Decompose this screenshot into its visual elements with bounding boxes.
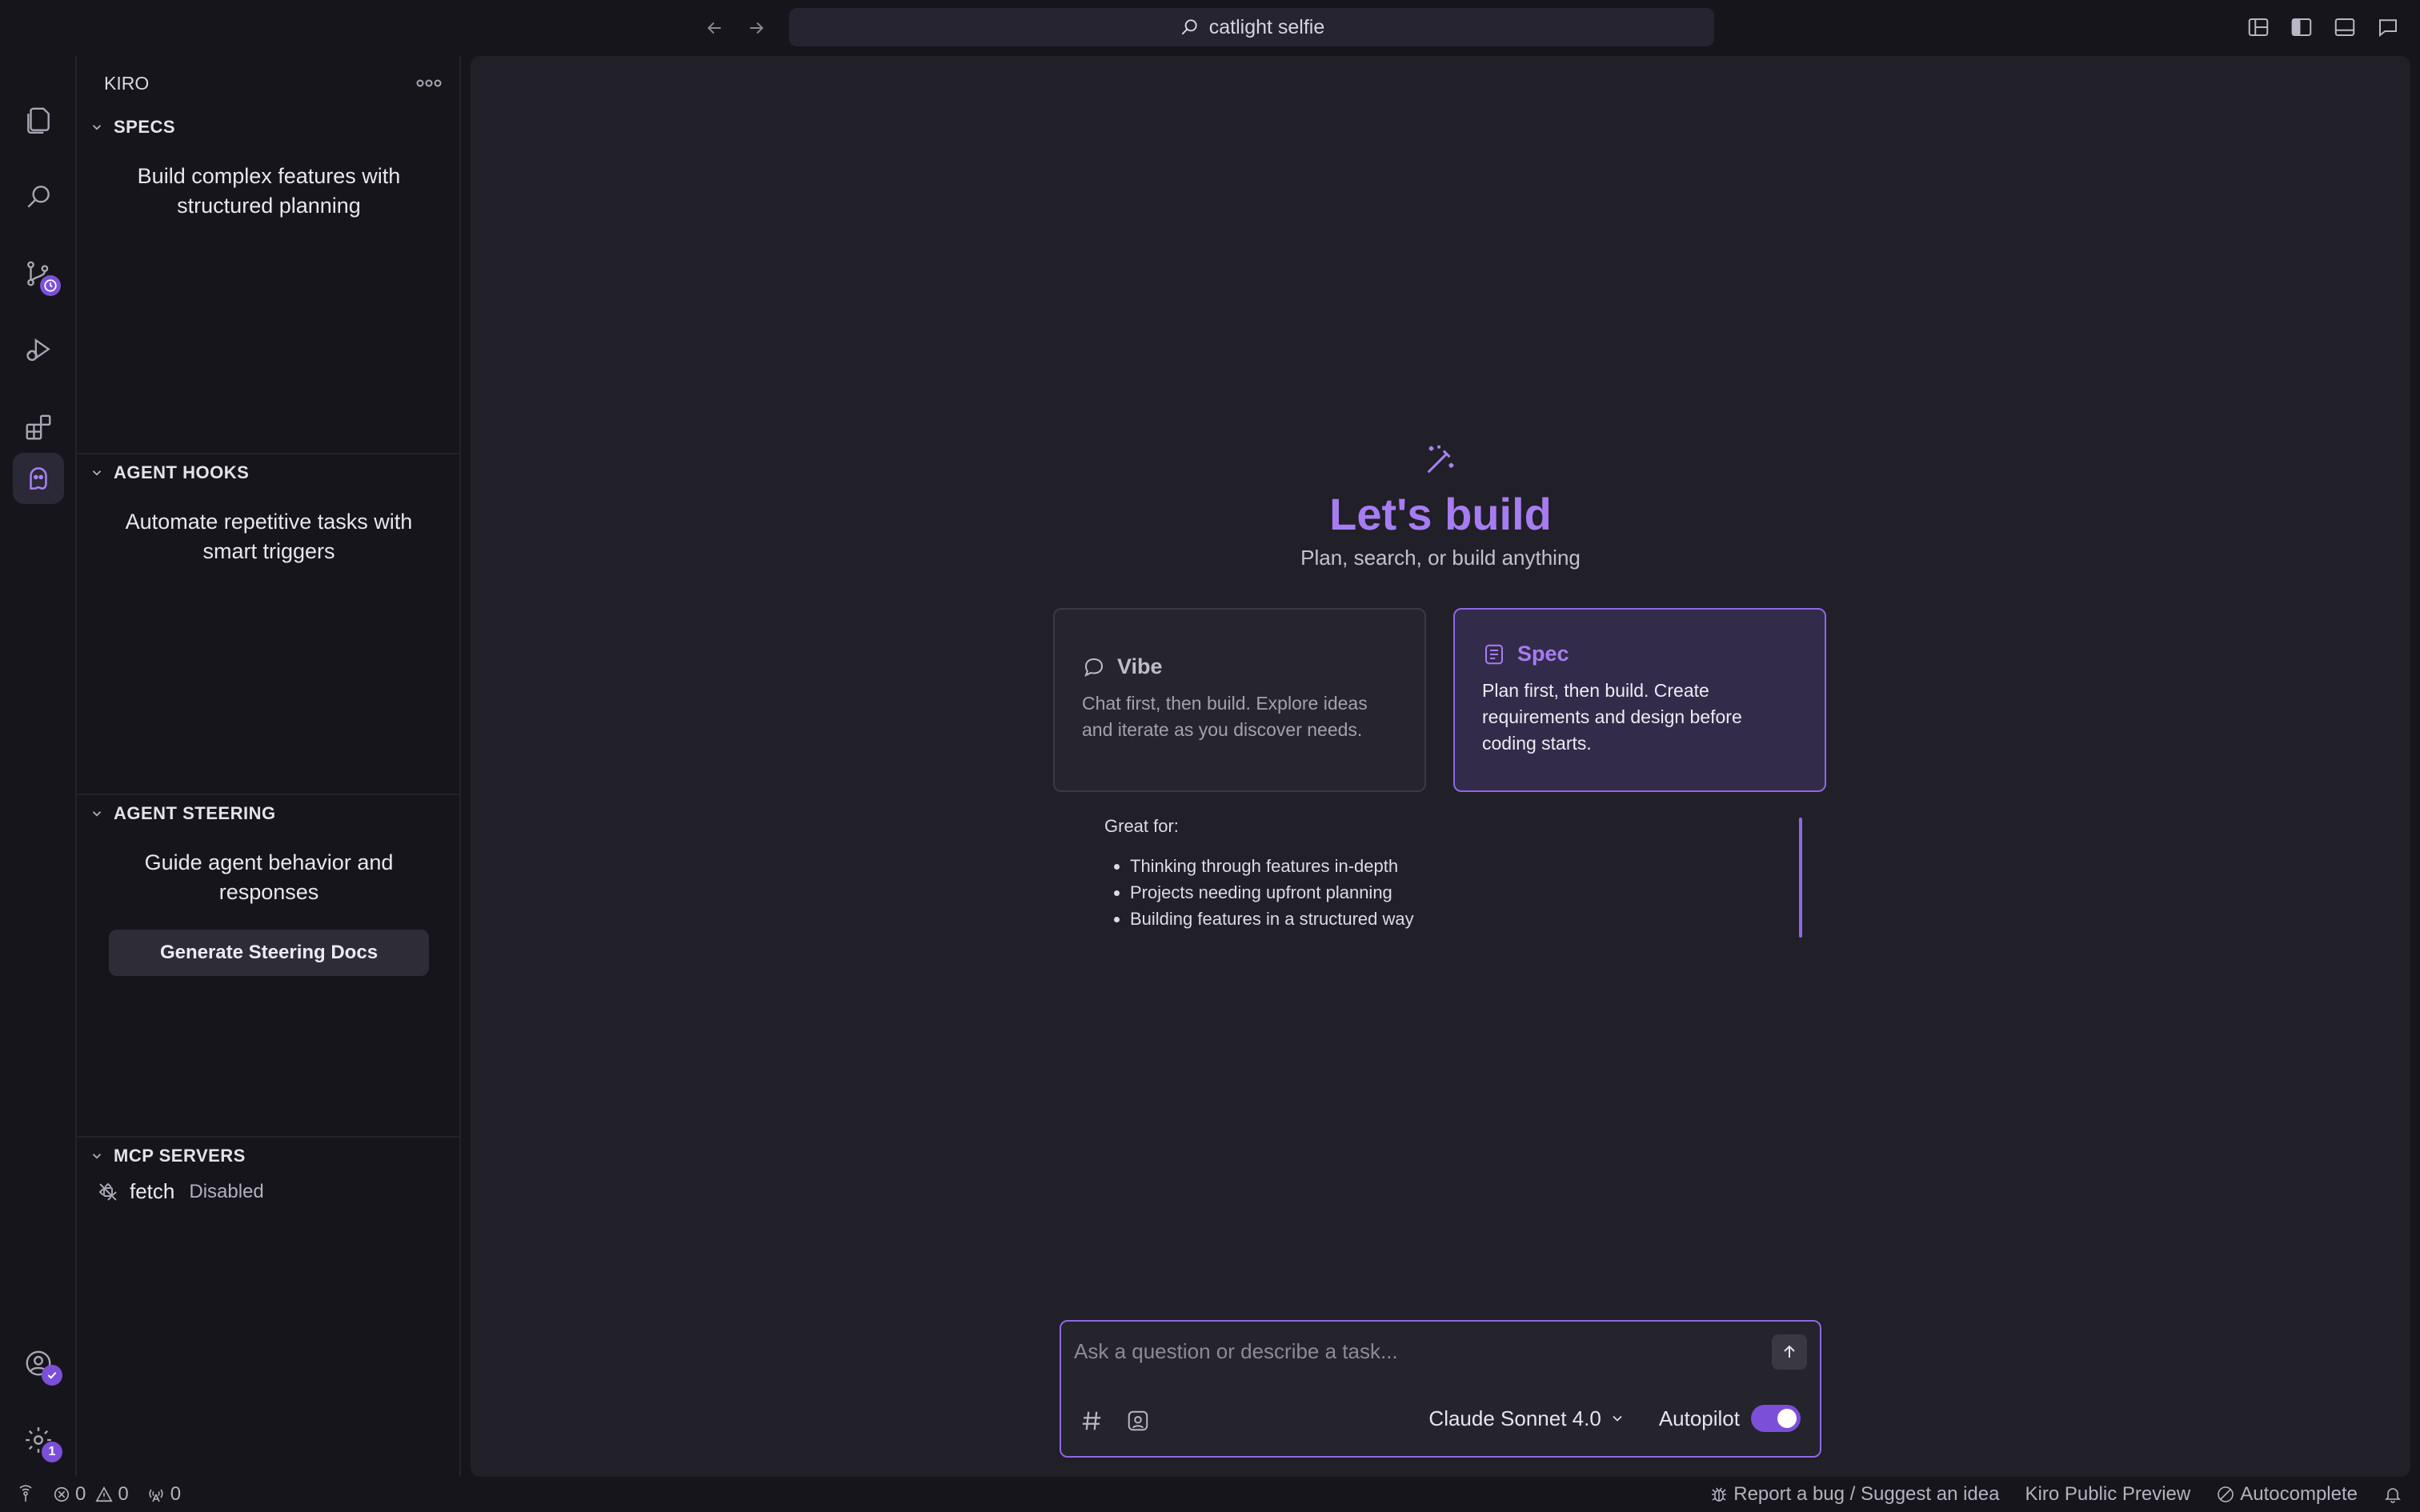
status-bar: 0 0 0 Report a bug / Suggest an idea Kir… xyxy=(0,1477,2420,1512)
check-badge-icon xyxy=(42,1365,62,1386)
search-icon[interactable] xyxy=(13,171,64,222)
agent-hooks-section-header[interactable]: AGENT HOOKS xyxy=(77,454,461,491)
autopilot-label: Autopilot xyxy=(1658,1406,1740,1430)
generate-steering-docs-button[interactable]: Generate Steering Docs xyxy=(109,930,429,976)
ports-count: 0 xyxy=(170,1483,182,1505)
specs-section: SPECS Build complex features with struct… xyxy=(77,109,461,453)
spec-mode-card[interactable]: Spec Plan first, then build. Create requ… xyxy=(1453,608,1826,792)
accent-divider xyxy=(1799,818,1802,938)
hash-context-icon[interactable] xyxy=(1077,1406,1106,1435)
vibe-description: Chat first, then build. Explore ideas an… xyxy=(1082,693,1368,740)
vibe-label: Vibe xyxy=(1117,654,1163,678)
document-lines-icon xyxy=(1482,642,1506,666)
chevron-down-icon xyxy=(86,803,107,824)
image-attach-icon[interactable] xyxy=(1124,1406,1152,1435)
radio-tower-icon xyxy=(146,1485,166,1504)
mcp-servers-section: MCP SERVERS fetch Disabled xyxy=(77,1136,461,1477)
public-preview-label[interactable]: Kiro Public Preview xyxy=(2025,1483,2190,1506)
chat-composer: Claude Sonnet 4.0 Autopilot xyxy=(1060,1320,1821,1458)
specs-section-header[interactable]: SPECS xyxy=(77,109,461,146)
clock-badge-icon xyxy=(40,275,61,296)
agent-hooks-section: AGENT HOOKS Automate repetitive tasks wi… xyxy=(77,453,461,794)
settings-count-badge: 1 xyxy=(42,1442,62,1462)
autocomplete-text: Autocomplete xyxy=(2240,1483,2358,1505)
autopilot-toggle[interactable] xyxy=(1751,1405,1801,1432)
autocomplete-disabled-icon xyxy=(2216,1485,2235,1504)
agent-steering-heading: AGENT STEERING xyxy=(114,803,276,823)
great-for-panel: Great for: Thinking through features in-… xyxy=(1104,816,1801,938)
specs-heading: SPECS xyxy=(114,117,176,137)
chevron-down-icon xyxy=(1609,1410,1625,1426)
list-item: Building features in a structured way xyxy=(1130,906,1801,932)
error-circle-icon xyxy=(53,1486,70,1503)
magic-wand-icon xyxy=(1422,442,1459,478)
model-selector[interactable]: Claude Sonnet 4.0 xyxy=(1428,1406,1625,1431)
report-bug-link[interactable]: Report a bug / Suggest an idea xyxy=(1709,1483,1999,1506)
great-for-list: Thinking through features in-depth Proje… xyxy=(1104,853,1801,932)
warning-count: 0 xyxy=(118,1483,129,1505)
sidebar-header: KIRO xyxy=(77,56,461,110)
command-center-text: catlight selfie xyxy=(1208,15,1325,38)
plug-disabled-icon xyxy=(96,1180,120,1204)
autocomplete-toggle[interactable]: Autocomplete xyxy=(2216,1483,2358,1506)
model-name: Claude Sonnet 4.0 xyxy=(1428,1406,1601,1430)
search-icon xyxy=(1179,17,1200,38)
warning-triangle-icon xyxy=(95,1486,113,1503)
chat-bubble-icon xyxy=(1082,655,1106,679)
run-debug-icon[interactable] xyxy=(13,325,64,376)
activity-bar: 1 xyxy=(0,56,77,1477)
agent-steering-description: Guide agent behavior and responses xyxy=(144,850,394,904)
agent-hooks-description: Automate repetitive tasks with smart tri… xyxy=(125,510,413,563)
main-editor: Let's build Plan, search, or build anyth… xyxy=(471,56,2410,1477)
chevron-down-icon xyxy=(86,1146,107,1166)
chat-bubble-icon[interactable] xyxy=(2375,14,2401,40)
problems-indicator[interactable]: 0 0 xyxy=(53,1483,129,1506)
toggle-panel-icon[interactable] xyxy=(2332,14,2358,40)
chevron-down-icon xyxy=(86,462,107,483)
page-subtitle: Plan, search, or build anything xyxy=(1300,546,1581,570)
settings-gear-icon[interactable]: 1 xyxy=(13,1414,64,1466)
list-item: Projects needing upfront planning xyxy=(1130,879,1801,906)
error-count: 0 xyxy=(75,1483,86,1505)
command-center-search[interactable]: catlight selfie xyxy=(789,8,1714,46)
notifications-bell-icon[interactable] xyxy=(2383,1485,2402,1504)
toggle-knob xyxy=(1777,1409,1797,1428)
mcp-server-name: fetch xyxy=(130,1179,175,1203)
more-actions-icon[interactable] xyxy=(416,78,442,88)
page-title: Let's build xyxy=(1329,489,1552,539)
back-arrow-icon[interactable] xyxy=(700,14,729,42)
source-control-icon[interactable] xyxy=(13,248,64,299)
mcp-servers-heading: MCP SERVERS xyxy=(114,1146,246,1166)
great-for-title: Great for: xyxy=(1104,816,1179,836)
sidebar-title: KIRO xyxy=(104,72,150,94)
spec-description: Plan first, then build. Create requireme… xyxy=(1482,680,1742,754)
mcp-servers-section-header[interactable]: MCP SERVERS xyxy=(77,1138,461,1174)
ports-indicator[interactable]: 0 xyxy=(146,1483,181,1506)
kiro-ghost-icon[interactable] xyxy=(13,453,64,504)
specs-description: Build complex features with structured p… xyxy=(137,164,401,218)
remote-broadcast-icon[interactable] xyxy=(16,1485,35,1504)
explorer-icon[interactable] xyxy=(13,94,64,146)
report-bug-text: Report a bug / Suggest an idea xyxy=(1733,1483,2000,1505)
extensions-icon[interactable] xyxy=(13,402,64,453)
agent-steering-section: AGENT STEERING Guide agent behavior and … xyxy=(77,794,461,1136)
list-item: Thinking through features in-depth xyxy=(1130,853,1801,879)
toggle-primary-sidebar-icon[interactable] xyxy=(2289,14,2314,40)
agent-steering-section-header[interactable]: AGENT STEERING xyxy=(77,795,461,832)
forward-arrow-icon[interactable] xyxy=(742,14,771,42)
chat-input[interactable] xyxy=(1074,1334,1762,1368)
chevron-down-icon xyxy=(86,117,107,138)
agent-hooks-heading: AGENT HOOKS xyxy=(114,462,250,482)
account-icon[interactable] xyxy=(13,1338,64,1389)
send-button[interactable] xyxy=(1772,1334,1807,1370)
customize-layout-icon[interactable] xyxy=(2246,14,2271,40)
title-bar: catlight selfie xyxy=(0,0,2420,56)
bug-icon xyxy=(1709,1485,1729,1504)
mcp-server-item[interactable]: fetch Disabled xyxy=(77,1174,461,1204)
spec-label: Spec xyxy=(1517,642,1569,666)
mcp-server-status: Disabled xyxy=(189,1180,264,1202)
kiro-sidebar: KIRO SPECS Build complex features with s… xyxy=(77,56,461,1477)
vibe-mode-card[interactable]: Vibe Chat first, then build. Explore ide… xyxy=(1053,608,1426,792)
